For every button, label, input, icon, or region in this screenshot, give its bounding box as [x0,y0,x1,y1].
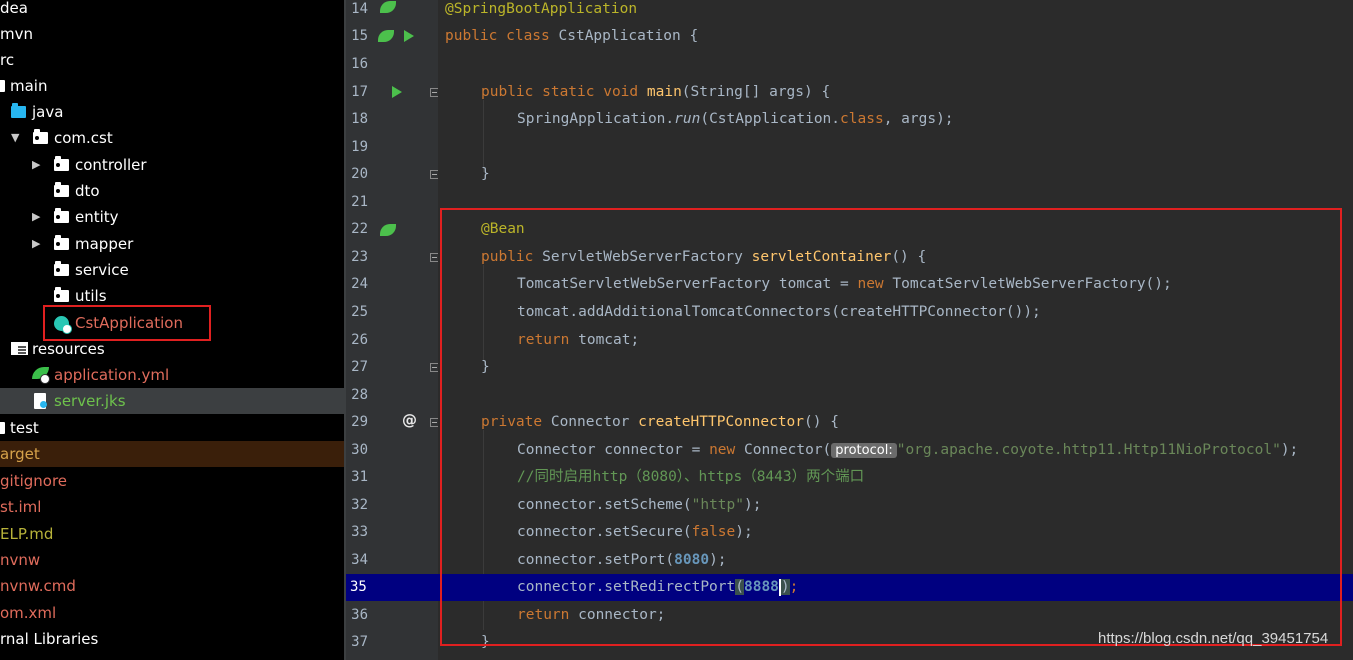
tree-item-server-jks[interactable]: server.jks [0,388,344,414]
line-number: 23 [351,249,368,265]
line-number: 25 [351,304,368,320]
tree-item-mvn[interactable]: mvn [0,21,344,47]
line-number: 18 [351,111,368,127]
code-line-17: public static void main(String[] args) { [481,84,831,100]
highlight-box-cst-application [43,305,211,341]
line-number: 33 [351,524,368,540]
line-number: 17 [351,84,368,100]
line-number: 36 [351,607,368,623]
tree-item-application-yml[interactable]: application.yml [0,362,344,388]
package-icon [54,156,69,171]
line-number: 31 [351,469,368,485]
line-number: 14 [351,1,368,17]
line-number: 24 [351,276,368,292]
chevron-down-icon[interactable]: ▼ [11,125,19,151]
spring-bean-icon[interactable] [380,1,396,13]
tree-item-iml[interactable]: st.iml [0,494,344,520]
line-number: 16 [351,56,368,72]
line-number: 27 [351,359,368,375]
line-number: 15 [351,28,368,44]
tree-item-dto[interactable]: dto [0,178,344,204]
tree-item-mapper[interactable]: ▶ mapper [0,231,344,257]
tree-item-service[interactable]: service [0,257,344,283]
spring-bean-icon[interactable] [378,30,394,42]
tree-item-main[interactable]: main [0,73,344,99]
tree-item-java[interactable]: java [0,99,344,125]
tree-item-com-cst[interactable]: ▼ com.cst [0,125,344,151]
tree-item-src[interactable]: rc [0,47,344,73]
line-number: 37 [351,634,368,650]
code-line-20: } [481,166,490,182]
line-number: 30 [351,442,368,458]
tree-item-mvnw[interactable]: nvnw [0,547,344,573]
tree-item-external-libraries[interactable]: rnal Libraries [0,626,344,652]
source-folder-icon [11,103,26,118]
spring-config-icon [32,367,50,384]
at-annotation-icon[interactable]: @ [402,411,417,429]
line-number: 32 [351,497,368,513]
project-tree: dea mvn rc main java ▼ com.cst ▶ controlle… [0,0,344,660]
code-line-15: public class CstApplication { [445,28,699,44]
package-icon [54,208,69,223]
tree-item-pom-xml[interactable]: om.xml [0,600,344,626]
editor-gutter: 14 15 16 17 18 19 20 21 22 23 24 25 26 2… [346,0,439,660]
tree-item-target[interactable]: arget [0,441,344,467]
folder-icon [0,80,5,92]
file-icon [34,393,47,409]
package-icon [54,235,69,250]
tree-item-help-md[interactable]: ELP.md [0,521,344,547]
tree-item-entity[interactable]: ▶ entity [0,204,344,230]
code-line-18: SpringApplication.run(CstApplication.cla… [517,111,954,127]
line-number: 34 [351,552,368,568]
code-line-14: @SpringBootApplication [445,1,638,17]
line-number: 20 [351,166,368,182]
watermark: https://blog.csdn.net/qq_39451754 [1098,630,1329,647]
chevron-right-icon[interactable]: ▶ [32,204,40,230]
run-icon[interactable] [404,30,414,42]
highlight-box-code [440,208,1342,646]
run-icon[interactable] [392,86,402,98]
line-number: 29 [351,414,368,430]
line-number: 26 [351,332,368,348]
package-icon [33,129,48,144]
line-number: 21 [351,194,368,210]
package-icon [54,287,69,302]
package-icon [54,182,69,197]
folder-icon [0,422,5,434]
tree-item-gitignore[interactable]: gitignore [0,468,344,494]
package-icon [54,261,69,276]
tree-item-idea[interactable]: dea [0,0,344,21]
resources-folder-icon [11,342,28,355]
line-number: 28 [351,387,368,403]
line-number: 19 [351,139,368,155]
tree-item-controller[interactable]: ▶ controller [0,152,344,178]
tree-item-test[interactable]: test [0,415,344,441]
chevron-right-icon[interactable]: ▶ [32,231,40,257]
chevron-right-icon[interactable]: ▶ [32,152,40,178]
line-number-current: 35 [346,574,438,601]
code-editor[interactable]: @SpringBootApplication public class CstA… [438,0,1353,660]
line-number: 22 [351,221,368,237]
tree-item-mvnw-cmd[interactable]: nvnw.cmd [0,573,344,599]
spring-bean-icon[interactable] [380,224,396,236]
